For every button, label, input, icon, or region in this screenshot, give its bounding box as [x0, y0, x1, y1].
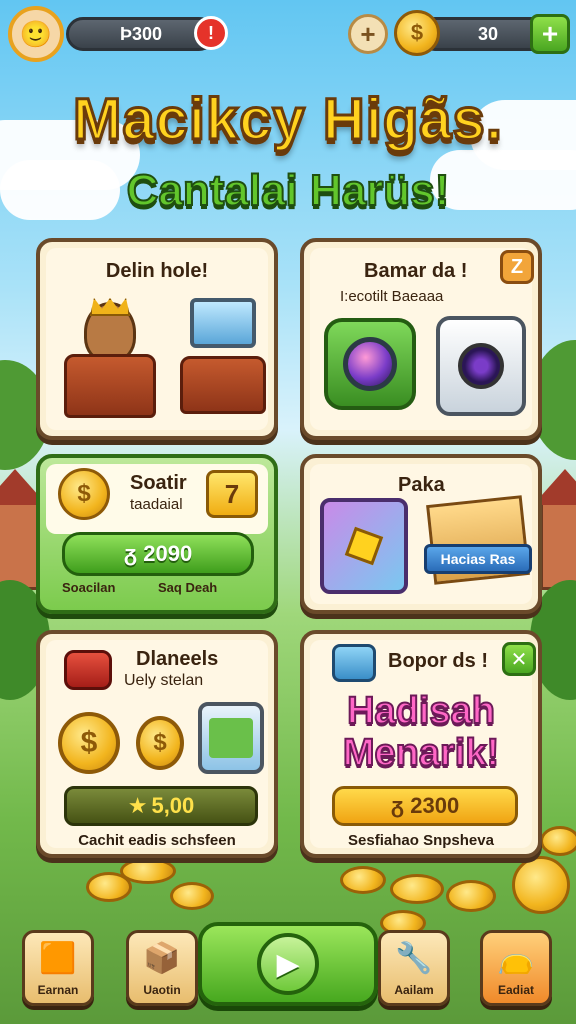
- red-bag-icon: [64, 650, 112, 690]
- chest-icon: 📦: [143, 942, 181, 975]
- alert-icon: !: [208, 22, 214, 43]
- computer-chest-icon: [180, 298, 270, 418]
- card-subtitle: I:ecotilt Baeaaa: [340, 288, 444, 305]
- card-dlaneels[interactable]: Dlaneels Uely stelan $ $ ★ 5,00 Cachit e…: [36, 630, 278, 858]
- nav-label: Eadiat: [497, 983, 534, 997]
- coin-pile: [512, 856, 570, 914]
- close-badge-icon[interactable]: ✕: [502, 642, 536, 676]
- player-avatar[interactable]: 🙂: [8, 6, 64, 62]
- house: [0, 469, 47, 590]
- coin-pile: [390, 874, 444, 904]
- speaker-icon: [436, 316, 526, 416]
- plus-icon: +: [360, 18, 376, 49]
- price-label: ᵹ 2300: [390, 793, 460, 818]
- nav-label: Uaotin: [143, 983, 181, 997]
- add-button[interactable]: +: [348, 14, 388, 54]
- coin-count: 30: [477, 23, 499, 44]
- badge-label: Z: [510, 255, 524, 278]
- house: [533, 469, 576, 590]
- card-bopor[interactable]: Bopor ds ! ✕ Hadisah Menarik! ᵹ 2300 Ses…: [300, 630, 542, 858]
- card-title: Bopor ds !: [388, 650, 488, 672]
- card-title: Bamar da !: [364, 260, 468, 282]
- card-soatir[interactable]: $ Soatir taadaial 7 ᵹ 2090 Soacilan Saq …: [36, 454, 278, 614]
- card-footnote: Sesfiahao Snpsheva: [348, 832, 494, 849]
- coin-icon: $: [136, 716, 184, 770]
- nav-aailam[interactable]: 🔧 Aailam: [378, 930, 450, 1006]
- price-label: 5,00: [151, 793, 195, 818]
- ribbon-label: Hacias Ras: [424, 544, 532, 574]
- coin-pile: [446, 880, 496, 912]
- game-subtitle: Cantalai Harüs!: [126, 165, 451, 216]
- coin-pile: [340, 866, 386, 894]
- wrench-icon: 🔧: [395, 942, 433, 975]
- card-paka[interactable]: Paka Hacias Ras: [300, 454, 542, 614]
- card-title: Delin hole!: [105, 260, 209, 282]
- badge-label: ✕: [510, 648, 528, 671]
- coin-pile: [120, 858, 176, 884]
- promo-line-1: Hadisah: [346, 690, 496, 732]
- card-subtitle: taadaial: [130, 496, 183, 513]
- avatar-face-icon: 🙂: [19, 18, 53, 49]
- card-icon: 🟧: [39, 942, 77, 975]
- nav-uaotin[interactable]: 📦 Uaotin: [126, 930, 198, 1006]
- price-button[interactable]: ★ 5,00: [64, 786, 258, 826]
- promo-line-2: Menarik!: [342, 732, 500, 774]
- plus-icon: +: [541, 18, 559, 49]
- camera-small-icon: [332, 644, 376, 682]
- top-bar: 🙂 Þ300 ! + 30 $ +: [8, 6, 570, 62]
- card-bamar[interactable]: Bamar da ! I:ecotilt Baeaaa Z: [300, 238, 542, 440]
- price-button[interactable]: ᵹ 2300: [332, 786, 518, 826]
- card-footnote-left: Soacilan: [62, 580, 116, 595]
- balance-value: Þ300: [119, 23, 163, 44]
- card-footnote-right: Saq Deah: [158, 580, 218, 595]
- card-delin-hole[interactable]: Delin hole!: [36, 238, 278, 440]
- ribbon-text: Hacias Ras: [440, 551, 516, 567]
- badge-label: 7: [224, 478, 240, 509]
- coin-medal-icon: $: [58, 468, 110, 520]
- buy-coins-button[interactable]: +: [530, 14, 570, 54]
- treasure-chest-icon: [60, 298, 160, 418]
- gift-box-icon: [320, 498, 408, 594]
- play-icon: ▶: [276, 947, 300, 981]
- nav-label: Aailam: [394, 983, 434, 997]
- card-subtitle: Uely stelan: [124, 672, 204, 689]
- card-title: Dlaneels: [136, 648, 219, 670]
- card-title: Paka: [398, 474, 445, 496]
- gear-coin-icon: $: [58, 712, 120, 774]
- camera-icon: [324, 318, 416, 410]
- play-button[interactable]: ▶: [198, 922, 378, 1006]
- card-title: Soatir: [130, 472, 187, 494]
- nav-label: Earnan: [37, 983, 79, 997]
- nav-eadiat[interactable]: 👝 Eadiat: [480, 930, 552, 1006]
- bag-icon: 👝: [497, 942, 535, 975]
- card-footnote: Cachit eadis schsfeen: [78, 832, 236, 849]
- price-button[interactable]: ᵹ 2090: [62, 532, 254, 576]
- game-title: Macikcy Higãs.: [72, 86, 504, 154]
- coin-symbol: $: [410, 20, 424, 45]
- coin-pile: [170, 882, 214, 910]
- ticket-seven-icon: 7: [206, 470, 258, 518]
- coin-pile: [540, 826, 576, 856]
- coin-icon: $: [394, 10, 440, 56]
- alert-button[interactable]: !: [194, 16, 228, 50]
- nav-earnan[interactable]: 🟧 Earnan: [22, 930, 94, 1006]
- star-icon: ★: [127, 793, 148, 818]
- price-label: ᵹ 2090: [123, 541, 193, 566]
- badge-z[interactable]: Z: [500, 250, 534, 284]
- tablet-icon: [198, 702, 264, 774]
